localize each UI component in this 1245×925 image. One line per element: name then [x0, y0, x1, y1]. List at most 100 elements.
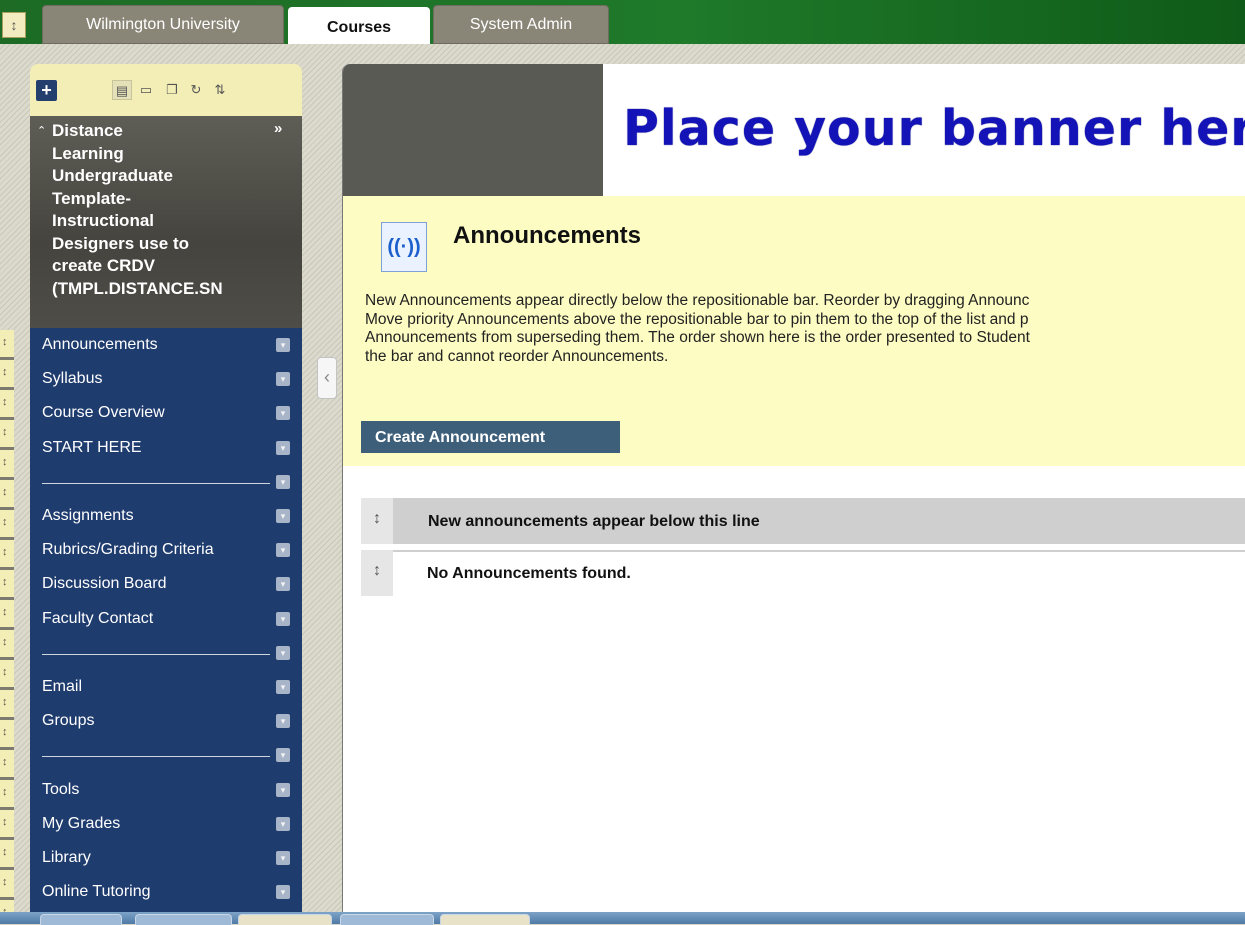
list-view-icon[interactable]: ▤ — [112, 80, 132, 100]
taskbar-button[interactable] — [40, 914, 122, 925]
drag-tick-icon: ↕ — [2, 576, 8, 588]
drag-tick-icon: ↕ — [2, 336, 8, 348]
item-options-chevron-icon[interactable]: ▾ — [276, 885, 290, 900]
item-options-chevron-icon[interactable]: ▾ — [276, 782, 290, 797]
course-menu-toolbar: + ▤ ▭ ❐ ↻ ⇅ — [30, 64, 302, 116]
reorder-icon[interactable]: ⇅ — [210, 80, 230, 100]
course-menu-item-label: Groups — [42, 712, 95, 730]
divider-line — [42, 756, 270, 758]
drag-tick-icon: ↕ — [2, 636, 8, 648]
empty-announcements-row: ↕ No Announcements found. — [361, 550, 1245, 596]
course-menu-item-label: Rubrics/Grading Criteria — [42, 541, 214, 559]
course-menu-list: Announcements ▾ Syllabus ▾ Course Overview ▾ S… — [30, 328, 302, 924]
course-menu-item[interactable]: Email ▾ — [30, 670, 302, 704]
add-menu-item-button[interactable]: + — [36, 80, 57, 101]
main-content: Place your banner here ((·)) Announcemen… — [342, 64, 1245, 924]
item-options-chevron-icon[interactable]: ▾ — [276, 680, 290, 694]
item-options-chevron-icon[interactable]: ▾ — [276, 543, 290, 558]
tab-system-admin[interactable]: System Admin — [433, 5, 609, 44]
expand-menu-icon[interactable]: » — [274, 120, 282, 137]
announcements-panel: ((·)) Announcements New Announcements ap… — [343, 196, 1245, 466]
tab-wilmington-university[interactable]: Wilmington University — [42, 5, 284, 44]
drag-tick-icon: ↕ — [2, 876, 8, 888]
drag-handle-icon[interactable]: ↕ — [361, 550, 393, 596]
course-menu-item-label: Online Tutoring — [42, 883, 151, 901]
item-options-chevron-icon[interactable]: ▾ — [276, 509, 290, 523]
item-options-chevron-icon[interactable]: ▾ — [276, 748, 290, 763]
divider-line — [42, 482, 270, 484]
menu-toggle-icon[interactable]: ↕ — [2, 12, 26, 38]
course-menu-item[interactable]: Tools ▾ — [30, 773, 302, 807]
drag-tick-icon: ↕ — [2, 456, 8, 468]
item-options-chevron-icon[interactable]: ▾ — [276, 474, 290, 489]
drag-tick-icon: ↕ — [2, 786, 8, 798]
course-title-area: ⌃ Distance Learning Undergraduate Templa… — [30, 116, 302, 328]
folder-view-icon[interactable]: ▭ — [136, 80, 156, 100]
refresh-icon[interactable]: ↻ — [186, 80, 206, 100]
course-menu-item[interactable]: Syllabus ▾ — [30, 362, 302, 396]
taskbar-button[interactable] — [340, 914, 434, 925]
item-options-chevron-icon[interactable]: ▾ — [276, 645, 290, 660]
new-window-icon[interactable]: ❐ — [162, 80, 182, 100]
drag-tick-icon: ↕ — [2, 726, 8, 738]
course-menu-item[interactable]: Assignments ▾ — [30, 499, 302, 533]
course-menu-item-label: Library — [42, 849, 91, 866]
course-menu-item[interactable]: Library ▾ — [30, 841, 302, 875]
taskbar-button[interactable] — [238, 914, 332, 925]
course-menu-item[interactable]: Course Overview ▾ — [30, 396, 302, 430]
item-options-chevron-icon[interactable]: ▾ — [276, 406, 290, 421]
item-options-chevron-icon[interactable]: ▾ — [276, 577, 290, 592]
course-menu-item-label: Email — [42, 678, 83, 695]
banner-left-block — [343, 64, 603, 196]
drag-handle-icon[interactable]: ↕ — [361, 498, 393, 544]
broadcast-icon: ((·)) — [381, 222, 427, 272]
course-title[interactable]: Distance Learning Undergraduate Template… — [52, 120, 272, 300]
drag-tick-icon: ↕ — [2, 846, 8, 858]
top-tab-bar: ↕ Wilmington University Courses System A… — [0, 0, 1245, 45]
tab-courses[interactable]: Courses — [288, 7, 430, 45]
drag-tick-icon: ↕ — [2, 486, 8, 498]
collapse-up-icon[interactable]: ⌃ — [37, 124, 46, 137]
menu-divider[interactable]: ▾ — [30, 738, 302, 772]
course-menu-item-label: Tools — [42, 780, 80, 798]
item-options-chevron-icon[interactable]: ▾ — [276, 338, 290, 352]
item-options-chevron-icon[interactable]: ▾ — [276, 816, 290, 831]
collapse-sidebar-button[interactable]: ‹ — [317, 357, 337, 399]
menu-divider[interactable]: ▾ — [30, 636, 302, 670]
drag-tick-icon: ↕ — [2, 606, 8, 618]
page-instructions: New Announcements appear directly below … — [365, 292, 1030, 365]
item-options-chevron-icon[interactable]: ▾ — [276, 851, 290, 865]
course-menu-item[interactable]: Rubrics/Grading Criteria ▾ — [30, 533, 302, 567]
menu-divider[interactable]: ▾ — [30, 465, 302, 499]
course-menu-item[interactable]: My Grades ▾ — [30, 807, 302, 841]
repositionable-bar[interactable]: ↕ New announcements appear below this li… — [361, 498, 1245, 544]
course-menu-item[interactable]: Announcements ▾ — [30, 328, 302, 362]
taskbar-button[interactable] — [440, 914, 530, 925]
banner-text: Place your banner here — [623, 100, 1245, 157]
item-options-chevron-icon[interactable]: ▾ — [276, 611, 290, 626]
item-options-chevron-icon[interactable]: ▾ — [276, 714, 290, 729]
drag-tick-icon: ↕ — [2, 546, 8, 558]
create-announcement-button[interactable]: Create Announcement — [361, 421, 620, 453]
drag-tick-icon: ↕ — [2, 366, 8, 378]
course-menu-item[interactable]: Online Tutoring ▾ — [30, 875, 302, 909]
drag-tick-icon: ↕ — [2, 516, 8, 528]
item-options-chevron-icon[interactable]: ▾ — [276, 372, 290, 387]
course-menu-item[interactable]: Discussion Board ▾ — [30, 567, 302, 601]
taskbar-button[interactable] — [135, 914, 232, 925]
course-menu-item-label: Course Overview — [42, 404, 165, 422]
page-title: Announcements — [453, 222, 642, 249]
drag-tick-icon: ↕ — [2, 756, 8, 768]
course-menu-item[interactable]: START HERE ▾ — [30, 431, 302, 465]
course-banner: Place your banner here — [603, 64, 1245, 196]
drag-tick-icon: ↕ — [2, 396, 8, 408]
drag-tick-icon: ↕ — [2, 666, 8, 678]
course-menu-item[interactable]: Faculty Contact ▾ — [30, 602, 302, 636]
course-menu-item-label: START HERE — [42, 438, 142, 456]
item-options-chevron-icon[interactable]: ▾ — [276, 440, 290, 455]
drag-tick-icon: ↕ — [2, 696, 8, 708]
empty-message: No Announcements found. — [427, 565, 631, 582]
course-menu-item-label: Faculty Contact — [42, 609, 154, 627]
course-menu-item[interactable]: Groups ▾ — [30, 704, 302, 738]
course-menu: + ▤ ▭ ❐ ↻ ⇅ ⌃ Distance Learning Undergra… — [30, 64, 302, 924]
